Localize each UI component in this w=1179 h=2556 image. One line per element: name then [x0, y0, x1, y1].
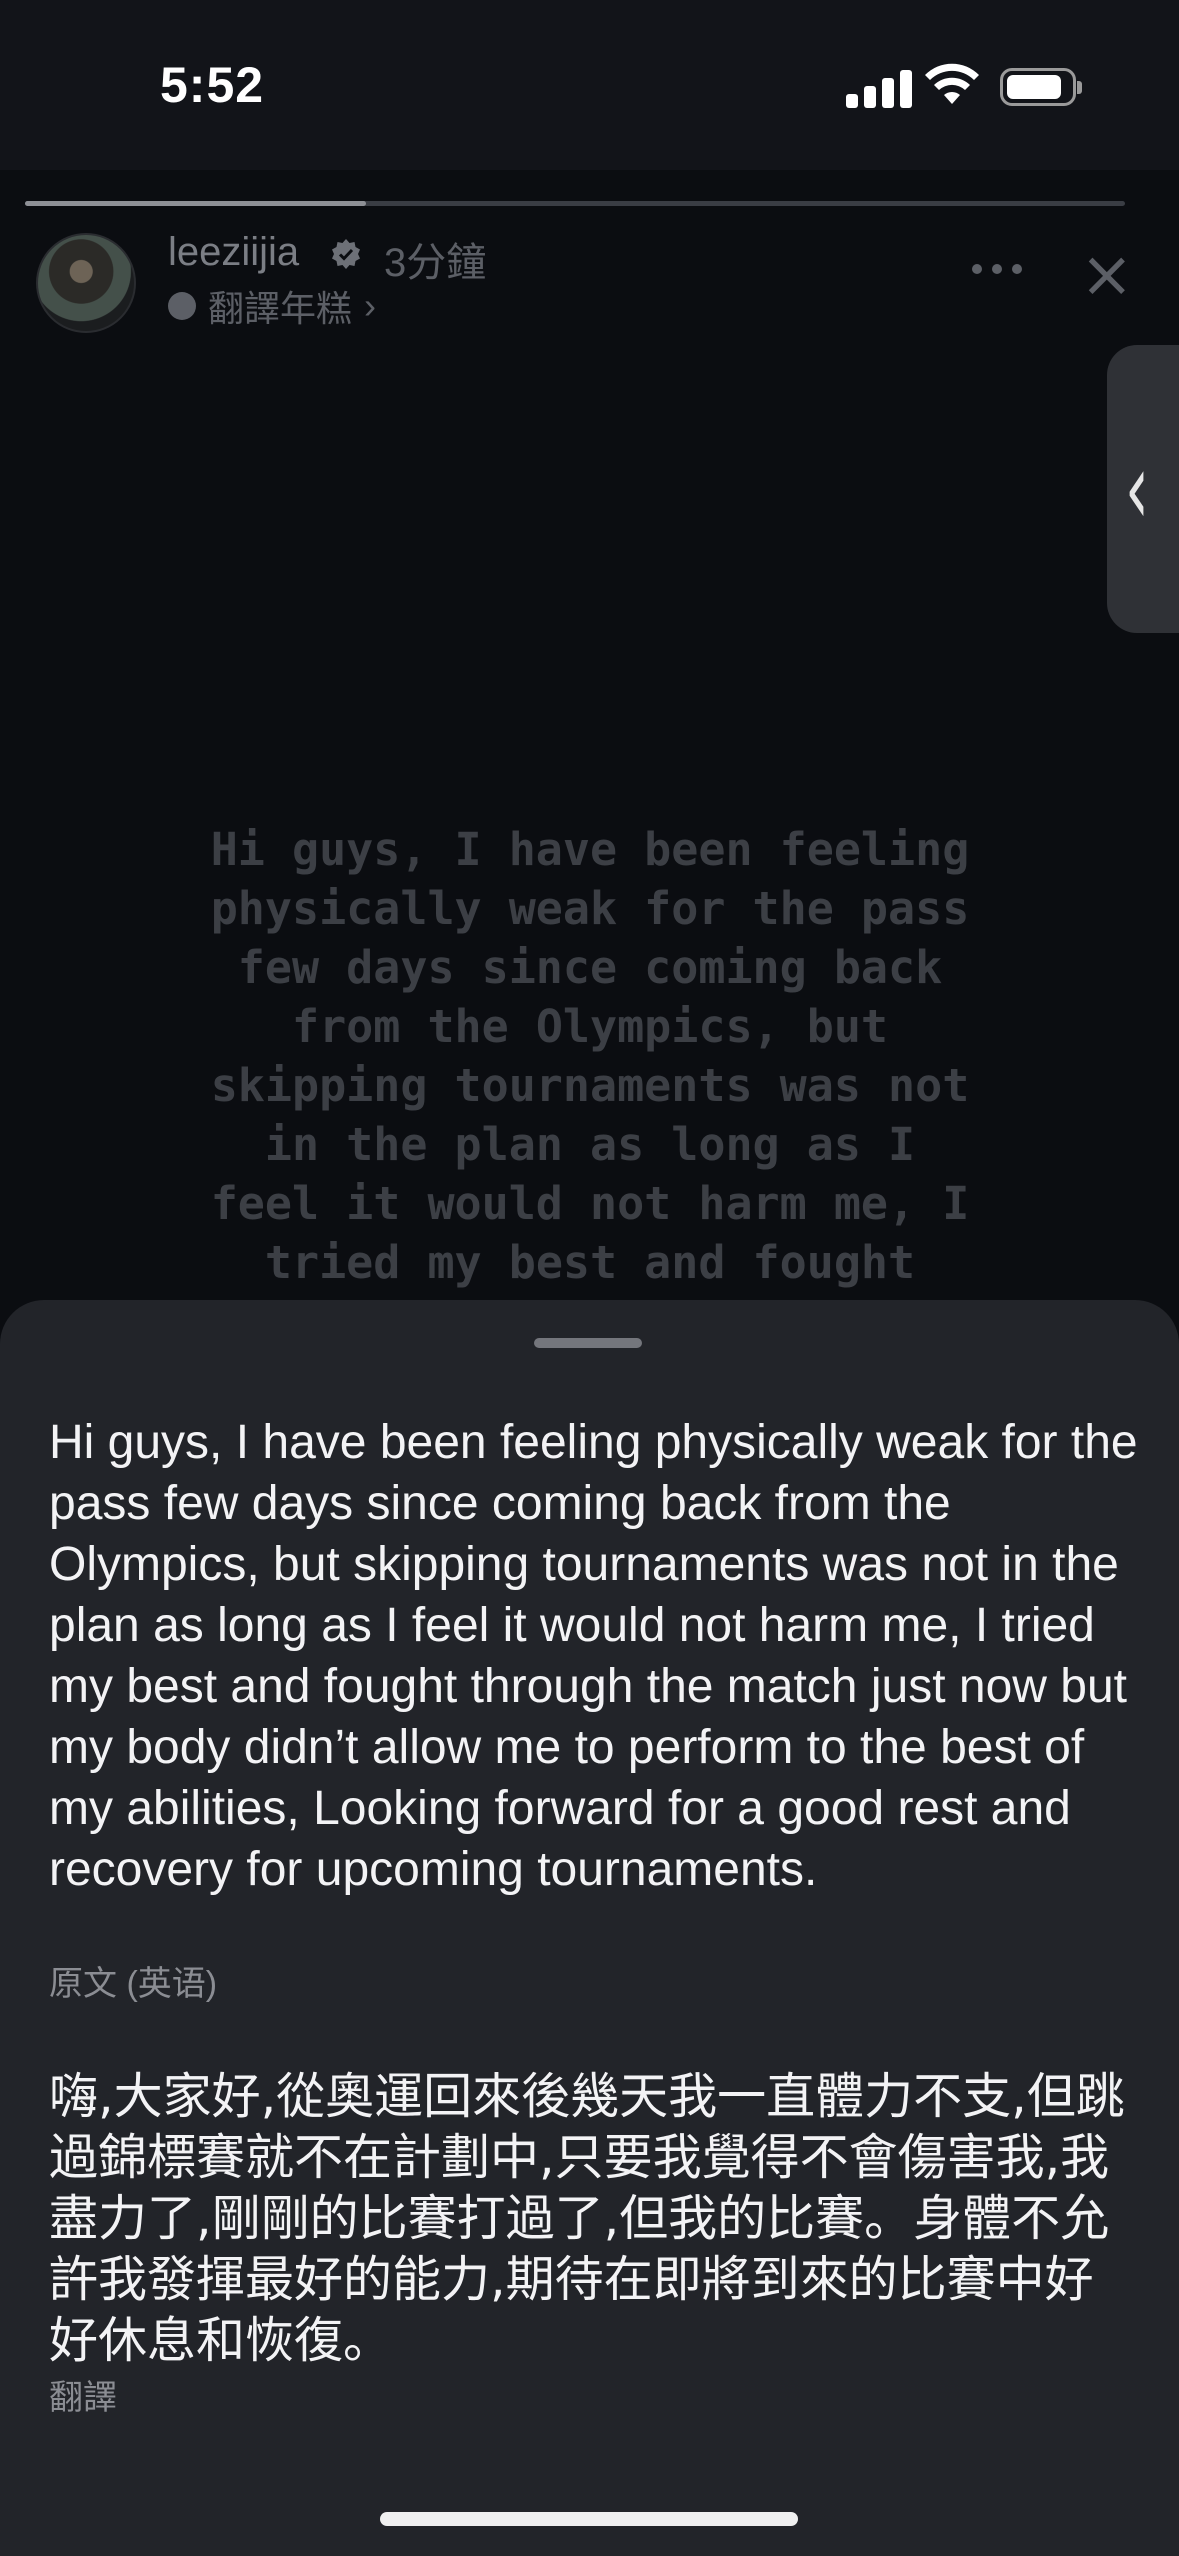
- original-text: Hi guys, I have been feeling physically …: [49, 1416, 1138, 1896]
- home-indicator[interactable]: [380, 2512, 798, 2526]
- story-viewer[interactable]: leeziijia 3分鐘 翻譯年糕 › × ‹ Hi guys, I have…: [0, 170, 1179, 1320]
- status-time: 5:52: [160, 57, 265, 113]
- more-options-icon[interactable]: [972, 264, 1032, 278]
- status-bar: 5:52: [0, 0, 1179, 170]
- side-collapse-tab[interactable]: ‹: [1107, 345, 1179, 633]
- story-progress-bar: [25, 201, 1125, 206]
- story-progress-fill: [25, 201, 366, 206]
- wifi-icon: [925, 63, 979, 104]
- story-username[interactable]: leeziijia: [168, 230, 299, 275]
- original-language-label: 原文 (英语): [49, 1965, 218, 2003]
- story-time-ago: 3分鐘: [384, 241, 487, 285]
- translation-sheet[interactable]: Hi guys, I have been feeling physically …: [0, 1300, 1179, 2556]
- chevron-right-icon: ›: [364, 285, 377, 326]
- audio-attribution[interactable]: 翻譯年糕 ›: [168, 280, 376, 332]
- audio-label: 翻譯年糕: [208, 288, 353, 329]
- battery-icon: [1000, 68, 1082, 106]
- avatar[interactable]: [36, 233, 136, 333]
- translated-text: 嗨,大家好,從奧運回來後幾天我一直體力不支,但跳過錦標賽就不在計劃中,只要我覺得…: [49, 2068, 1125, 2369]
- chevron-left-icon: ‹: [1125, 430, 1149, 547]
- translation-label: 翻譯: [49, 2379, 117, 2417]
- cellular-signal-icon: [846, 68, 916, 108]
- close-icon[interactable]: ×: [1080, 238, 1134, 312]
- story-overlay-text: Hi guys, I have been feeling physically …: [210, 823, 970, 1289]
- sheet-grabber[interactable]: [534, 1338, 642, 1348]
- audio-icon: [168, 292, 196, 320]
- verified-badge-icon: [332, 239, 360, 269]
